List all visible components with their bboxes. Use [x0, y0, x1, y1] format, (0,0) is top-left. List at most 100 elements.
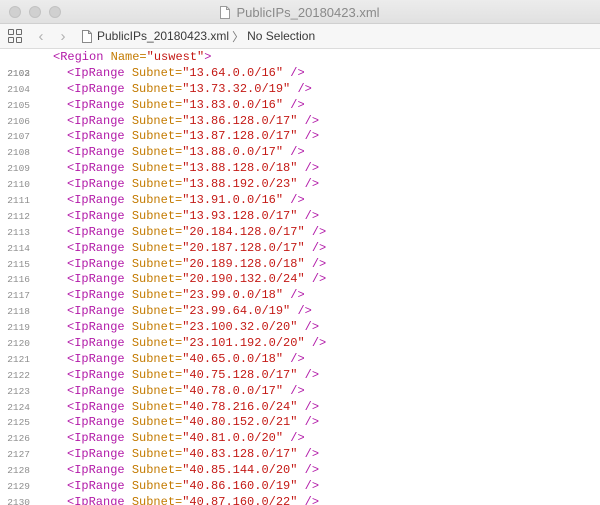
code-line: 2124 <IpRange Subnet="40.78.216.0/24" /> — [0, 400, 600, 416]
editor-window: PublicIPs_20180423.xml ‹ › PublicIPs_201… — [0, 0, 600, 505]
xml-attribute: Subnet= — [131, 224, 183, 239]
xml-tag: <IpRange — [67, 447, 125, 462]
code-text: <IpRange Subnet="40.80.152.0/21" /> — [67, 415, 319, 431]
xml-tag-close: /> — [297, 81, 312, 96]
code-line: 2128 <IpRange Subnet="40.85.144.0/20" /> — [0, 463, 600, 479]
xml-tag: <IpRange — [67, 161, 125, 176]
xml-tag: <Region — [53, 50, 104, 64]
related-items-grid-icon[interactable] — [8, 29, 22, 43]
line-number: 2130 — [7, 496, 30, 505]
xml-tag: <IpRange — [67, 81, 125, 96]
xml-attribute: Subnet= — [131, 320, 183, 335]
xml-tag: <IpRange — [67, 256, 125, 271]
xml-value: "20.189.128.0/18" — [182, 256, 305, 271]
xml-tag-close: /> — [304, 113, 320, 128]
xml-tag: <IpRange — [67, 224, 125, 239]
chevron-right-icon[interactable]: › — [56, 28, 70, 45]
jump-bar-file-item[interactable]: PublicIPs_20180423.xml — [82, 29, 229, 43]
chevron-left-icon[interactable]: ‹ — [34, 28, 48, 45]
document-icon — [82, 29, 92, 43]
line-number: 2104 — [7, 83, 30, 95]
xml-value: "13.91.0.0/16" — [182, 193, 284, 208]
code-text: <IpRange Subnet="23.100.32.0/20" /> — [67, 320, 319, 336]
xml-value: "40.87.160.0/22" — [182, 494, 298, 505]
code-line: 2103 <IpRange Subnet="13.64.0.0/16" /> — [0, 66, 600, 82]
xml-attribute: Subnet= — [131, 193, 183, 208]
code-line: 2125 <IpRange Subnet="40.80.152.0/21" /> — [0, 415, 600, 431]
code-text: <IpRange Subnet="13.93.128.0/17" /> — [67, 209, 319, 225]
xml-tag: <IpRange — [67, 399, 125, 414]
xml-tag: <IpRange — [67, 320, 125, 335]
xml-tag-close: /> — [290, 383, 305, 398]
xml-tag: <IpRange — [67, 208, 125, 223]
code-line: 2127 <IpRange Subnet="40.83.128.0/17" /> — [0, 447, 600, 463]
code-line: 2115 <IpRange Subnet="20.189.128.0/18" /> — [0, 257, 600, 273]
xml-attribute: Subnet= — [131, 463, 183, 478]
xml-tag-close: /> — [297, 304, 312, 319]
xml-value: "20.187.128.0/17" — [182, 240, 305, 255]
xml-tag-close: /> — [311, 256, 327, 271]
line-number: 2108 — [7, 147, 30, 159]
code-editor[interactable]: 2102 <Region Name="uswest"> 2103 <IpRange… — [0, 50, 600, 505]
code-text: <IpRange Subnet="13.73.32.0/19" /> — [67, 82, 312, 98]
code-text: <IpRange Subnet="40.85.144.0/20" /> — [67, 463, 319, 479]
xml-tag-close: /> — [304, 479, 320, 494]
line-number: 2110 — [7, 179, 30, 191]
xml-tag: <IpRange — [67, 336, 125, 351]
ip-range-lines: 2103 <IpRange Subnet="13.64.0.0/16" /> 210… — [0, 66, 600, 505]
xml-value: "40.78.0.0/17" — [182, 383, 284, 398]
xml-tag: <IpRange — [67, 193, 125, 208]
xml-tag: <IpRange — [67, 288, 125, 303]
xml-attribute: Subnet= — [131, 304, 183, 319]
line-number: 2129 — [7, 481, 30, 493]
code-text: <IpRange Subnet="40.78.216.0/24" /> — [67, 400, 319, 416]
line-number: 2112 — [7, 210, 30, 222]
code-text: <IpRange Subnet="13.88.128.0/18" /> — [67, 161, 319, 177]
xml-attribute: Subnet= — [131, 383, 183, 398]
xml-attribute: Subnet= — [131, 336, 183, 351]
jump-bar-selection[interactable]: No Selection — [247, 29, 315, 43]
xml-attribute: Subnet= — [131, 447, 183, 462]
xml-tag: <IpRange — [67, 494, 125, 505]
code-line: 2119 <IpRange Subnet="23.100.32.0/20" /> — [0, 320, 600, 336]
xml-tag: <IpRange — [67, 65, 125, 80]
xml-tag-close: /> — [290, 351, 305, 366]
xml-value: "40.78.216.0/24" — [182, 399, 298, 414]
code-text: <IpRange Subnet="13.83.0.0/16" /> — [67, 98, 305, 114]
xml-tag: <IpRange — [67, 113, 125, 128]
code-text: <IpRange Subnet="40.65.0.0/18" /> — [67, 352, 305, 368]
title-bar: PublicIPs_20180423.xml — [0, 0, 600, 24]
line-number: 2116 — [7, 274, 30, 286]
line-number: 2117 — [7, 290, 30, 302]
code-text: <IpRange Subnet="20.184.128.0/17" /> — [67, 225, 326, 241]
line-number: 2126 — [7, 433, 30, 445]
code-text: <IpRange Subnet="13.87.128.0/17" /> — [67, 129, 319, 145]
xml-attribute: Subnet= — [131, 65, 183, 80]
code-line: 2126 <IpRange Subnet="40.81.0.0/20" /> — [0, 431, 600, 447]
line-number: 2114 — [7, 242, 30, 254]
xml-tag: <IpRange — [67, 177, 125, 192]
line-number: 2122 — [7, 369, 30, 381]
xml-value: "40.81.0.0/20" — [182, 431, 284, 446]
code-text: <IpRange Subnet="40.83.128.0/17" /> — [67, 447, 319, 463]
xml-value: "40.65.0.0/18" — [182, 351, 284, 366]
code-line: 2122 <IpRange Subnet="40.75.128.0/17" /> — [0, 368, 600, 384]
xml-attribute: Subnet= — [131, 256, 183, 271]
line-number: 2125 — [7, 417, 30, 429]
line-number: 2118 — [7, 306, 30, 318]
xml-tag-close: /> — [304, 367, 320, 382]
xml-tag-close: > — [204, 50, 212, 64]
xml-value: "23.100.32.0/20" — [182, 320, 298, 335]
xml-value: "20.184.128.0/17" — [182, 224, 305, 239]
xml-attribute: Subnet= — [131, 81, 183, 96]
code-line: 2110 <IpRange Subnet="13.88.192.0/23" /> — [0, 177, 600, 193]
line-number: 2115 — [7, 258, 30, 270]
jump-bar-file-label: PublicIPs_20180423.xml — [97, 29, 230, 43]
xml-tag-close: /> — [304, 415, 320, 430]
xml-attribute: Subnet= — [131, 494, 183, 505]
code-line: 2121 <IpRange Subnet="40.65.0.0/18" /> — [0, 352, 600, 368]
xml-tag: <IpRange — [67, 272, 125, 287]
line-number: 2107 — [7, 131, 30, 143]
xml-tag-close: /> — [304, 399, 320, 414]
xml-tag-close: /> — [304, 208, 320, 223]
